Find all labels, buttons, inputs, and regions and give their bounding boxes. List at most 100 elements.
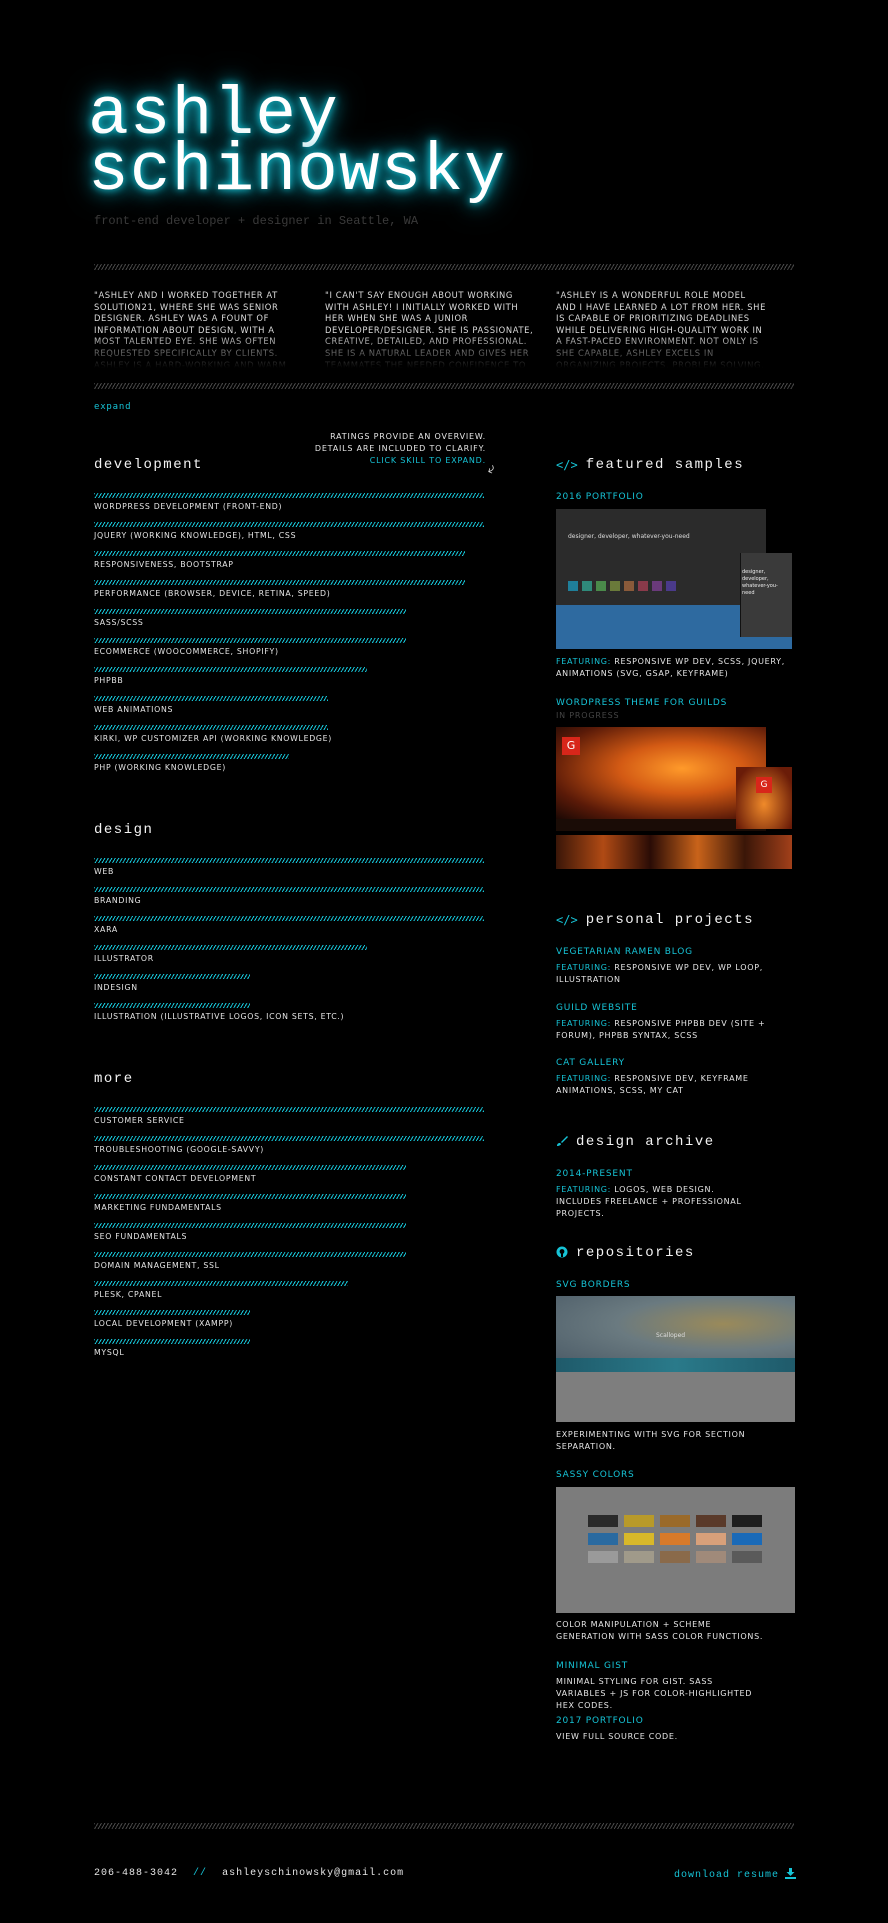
ramen-blog-desc: Featuring: Responsive WP Dev, WP Loop, I… xyxy=(556,962,766,986)
testimonial-2: "I can't say enough about working with A… xyxy=(325,290,534,368)
expand-link[interactable]: expand xyxy=(94,402,131,412)
skill-rating-bar xyxy=(94,725,328,730)
skill-item[interactable]: Web Animations xyxy=(94,690,486,719)
email-link[interactable]: ashleyschinowsky@gmail.com xyxy=(222,1868,404,1879)
skill-label: Domain Management, SSL xyxy=(94,1261,220,1270)
sassy-colors-desc: Color manipulation + scheme generation w… xyxy=(556,1620,764,1641)
phone-number[interactable]: 206-488-3042 xyxy=(94,1868,178,1879)
skill-item[interactable]: SEO Fundamentals xyxy=(94,1217,486,1246)
featuring-label: Featuring: xyxy=(556,657,612,666)
svg-borders-thumbnail[interactable]: Scalloped xyxy=(556,1296,795,1422)
portfolio-2016-desc: Featuring: Responsive WP Dev, SCSS, jQue… xyxy=(556,656,796,680)
ratings-note: Ratings provide an overview. Details are… xyxy=(314,431,499,478)
cat-gallery-link[interactable]: Cat Gallery xyxy=(556,1058,625,1068)
guild-theme-thumbnail[interactable]: G G xyxy=(556,727,792,869)
skill-item[interactable]: phpBB xyxy=(94,661,486,690)
thumb-headline: designer, developer, whatever-you-need xyxy=(568,533,690,540)
skill-item[interactable]: Customer Service xyxy=(94,1101,486,1130)
ramen-blog-link[interactable]: Vegetarian Ramen Blog xyxy=(556,947,693,957)
skill-rating-bar xyxy=(94,754,289,759)
skill-item[interactable]: Illustrator xyxy=(94,939,486,968)
skill-item[interactable]: Branding xyxy=(94,881,486,910)
ratings-note-line2: Details are included to clarify. xyxy=(314,444,486,453)
skill-label: Web Animations xyxy=(94,705,174,714)
skill-item[interactable]: Troubleshooting (Google-Savvy) xyxy=(94,1130,486,1159)
skill-item[interactable]: WordPress Development (front-end) xyxy=(94,487,486,516)
skill-item[interactable]: Marketing Fundamentals xyxy=(94,1188,486,1217)
minimal-gist-desc: Minimal styling for Gist. Sass variables… xyxy=(556,1677,753,1710)
download-icon xyxy=(785,1868,796,1883)
skill-label: Customer Service xyxy=(94,1116,185,1125)
skill-label: Performance (Browser, Device, Retina, Sp… xyxy=(94,589,331,598)
guild-website-desc: Featuring: Responsive phpBB Dev (site + … xyxy=(556,1018,766,1042)
sassy-colors-link[interactable]: Sassy Colors xyxy=(556,1470,635,1480)
skill-item[interactable]: Domain Management, SSL xyxy=(94,1246,486,1275)
curved-arrow-icon: ⤶ xyxy=(484,459,499,479)
thumb-side-text: designer, developer, whatever-you-need xyxy=(742,569,778,596)
skill-item[interactable]: jQuery (working knowledge), HTML, CSS xyxy=(94,516,486,545)
svg-borders-link[interactable]: SVG Borders xyxy=(556,1280,630,1290)
code-icon: </> xyxy=(556,458,578,472)
skill-item[interactable]: Plesk, cPanel xyxy=(94,1275,486,1304)
skill-item[interactable]: InDesign xyxy=(94,968,486,997)
skill-item[interactable]: Constant Contact Development xyxy=(94,1159,486,1188)
cat-gallery-desc: Featuring: Responsive Dev, Keyframe Anim… xyxy=(556,1073,756,1097)
skill-rating-bar xyxy=(94,551,465,556)
skill-label: Constant Contact Development xyxy=(94,1174,257,1183)
separator: // xyxy=(193,1868,208,1879)
guild-theme-link[interactable]: WordPress Theme for Guilds xyxy=(556,698,727,708)
featuring-label: Featuring: xyxy=(556,1185,612,1194)
featuring-label: Featuring: xyxy=(556,1019,612,1028)
featuring-label: Featuring: xyxy=(556,963,612,972)
skill-label: InDesign xyxy=(94,983,138,992)
featured-header: </> featured samples xyxy=(556,457,796,473)
skill-label: SEO Fundamentals xyxy=(94,1232,188,1241)
skill-rating-bar xyxy=(94,1281,348,1286)
portfolio-2016-thumbnail[interactable]: designer, developer, whatever-you-need d… xyxy=(556,509,792,649)
skill-item[interactable]: Sass/SCSS xyxy=(94,603,486,632)
paintbrush-icon xyxy=(556,1135,568,1150)
svg-borders-desc: Experimenting with SVG for section separ… xyxy=(556,1430,746,1451)
skill-item[interactable]: Performance (Browser, Device, Retina, Sp… xyxy=(94,574,486,603)
design-title: design xyxy=(94,822,154,838)
development-skills: WordPress Development (front-end) jQuery … xyxy=(94,487,486,777)
skill-item[interactable]: Ecommerce (WooCommerce, Shopify) xyxy=(94,632,486,661)
skill-item[interactable]: Responsiveness, Bootstrap xyxy=(94,545,486,574)
skill-rating-bar xyxy=(94,1003,250,1008)
repos-header: repositories xyxy=(556,1245,796,1261)
skill-rating-bar xyxy=(94,580,465,585)
skill-item[interactable]: Web xyxy=(94,852,486,881)
repos-title: repositories xyxy=(576,1245,695,1261)
archive-link[interactable]: 2014-Present xyxy=(556,1169,633,1179)
skill-rating-bar xyxy=(94,696,328,701)
skill-rating-bar xyxy=(94,1194,406,1199)
skill-item[interactable]: XARA xyxy=(94,910,486,939)
minimal-gist-link[interactable]: Minimal Gist xyxy=(556,1661,628,1671)
name-line-2: schinowsky xyxy=(88,133,507,210)
skill-label: Illustrator xyxy=(94,954,154,963)
skill-item[interactable]: MySQL xyxy=(94,1333,486,1362)
skill-rating-bar xyxy=(94,1252,406,1257)
skill-rating-bar xyxy=(94,1339,250,1344)
divider-footer xyxy=(94,1823,794,1829)
skill-item[interactable]: Illustration (Illustrative logos, icon s… xyxy=(94,997,486,1026)
download-resume-label: download resume xyxy=(673,1870,779,1881)
portfolio-2017-link[interactable]: 2017 Portfolio xyxy=(556,1716,644,1726)
ratings-note-line1: Ratings provide an overview. xyxy=(330,432,486,441)
skill-rating-bar xyxy=(94,1223,406,1228)
testimonial-1: "Ashley and I worked together at Solutio… xyxy=(94,290,287,368)
skill-rating-bar xyxy=(94,493,484,498)
skill-item[interactable]: Local Development (XAMPP) xyxy=(94,1304,486,1333)
skill-rating-bar xyxy=(94,974,250,979)
guild-website-link[interactable]: Guild Website xyxy=(556,1003,638,1013)
more-title: more xyxy=(94,1071,134,1087)
download-resume-link[interactable]: download resume xyxy=(674,1868,796,1883)
sassy-colors-thumbnail[interactable] xyxy=(556,1487,795,1613)
skill-rating-bar xyxy=(94,1136,484,1141)
github-icon xyxy=(556,1246,568,1261)
skill-item[interactable]: PHP (working knowledge) xyxy=(94,748,486,777)
personal-header: </> personal projects xyxy=(556,912,796,928)
skill-item[interactable]: Kirki, WP Customizer API (working knowle… xyxy=(94,719,486,748)
portfolio-2016-link[interactable]: 2016 Portfolio xyxy=(556,492,644,502)
archive-desc: Featuring: Logos, web design. Includes f… xyxy=(556,1184,756,1220)
